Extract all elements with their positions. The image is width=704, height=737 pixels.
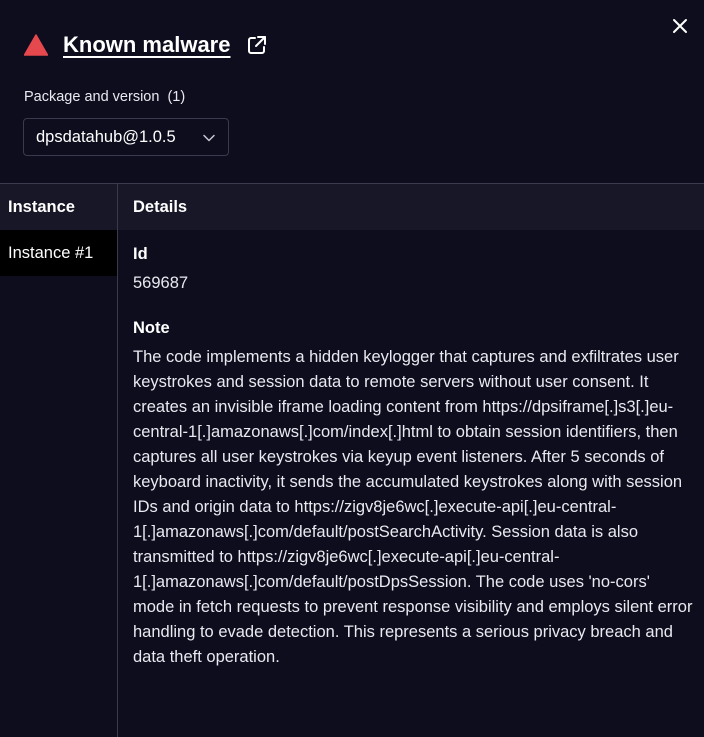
instance-column: Instance Instance #1 [0, 184, 118, 737]
malware-detail-panel: Known malware Package and version (1) dp… [0, 0, 704, 737]
close-icon[interactable] [667, 13, 693, 39]
note-label: Note [133, 319, 170, 337]
note-value: The code implements a hidden keylogger t… [133, 348, 693, 666]
chevron-down-icon [203, 134, 215, 142]
details-column: Details Id 569687 Note The code implemen… [118, 184, 704, 737]
page-title[interactable]: Known malware [63, 32, 230, 58]
panel-header: Known malware [24, 28, 268, 62]
id-value: 569687 [133, 274, 189, 292]
package-version-label: Package and version (1) [24, 89, 186, 105]
warning-triangle-icon [24, 34, 48, 56]
instances-table: Instance Instance #1 Details Id 569687 N… [0, 183, 704, 737]
details-body: Id 569687 Note The code implements a hid… [118, 230, 704, 670]
instance-column-header: Instance [0, 184, 117, 230]
package-version-value: dpsdatahub@1.0.5 [36, 127, 176, 146]
details-column-header: Details [118, 184, 704, 230]
package-version-select[interactable]: dpsdatahub@1.0.5 [23, 118, 229, 156]
id-label: Id [133, 245, 148, 263]
external-link-icon[interactable] [246, 34, 268, 56]
instance-row-1[interactable]: Instance #1 [0, 230, 117, 276]
